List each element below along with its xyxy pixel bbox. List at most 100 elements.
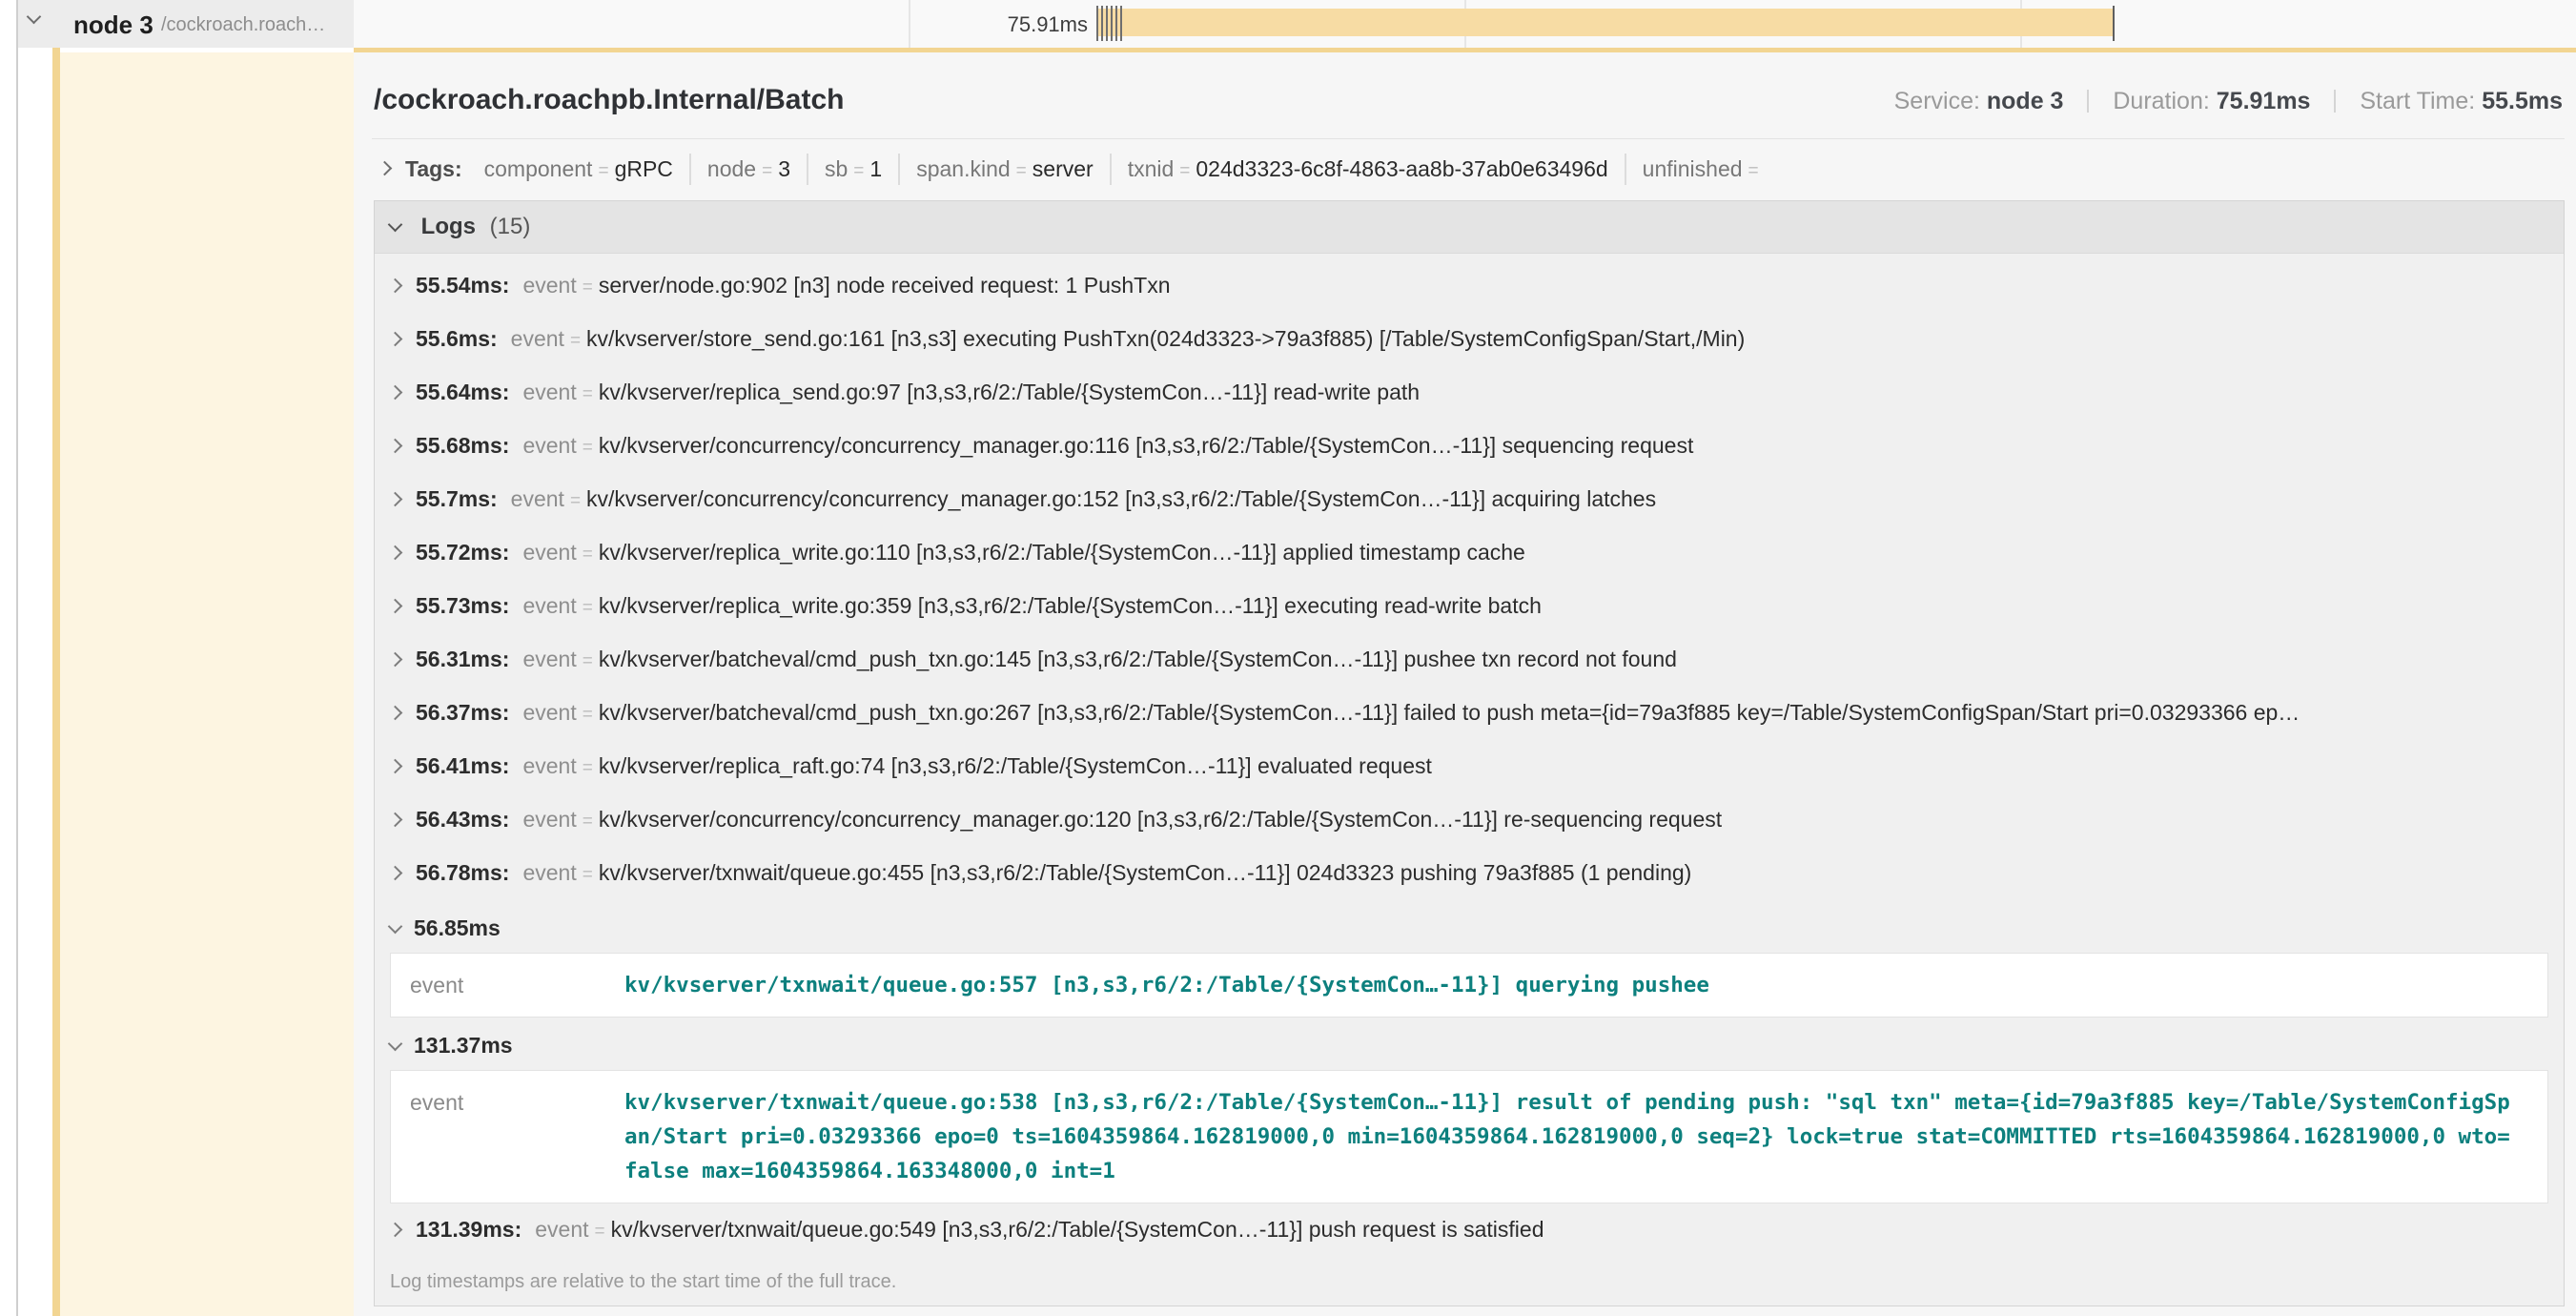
equals-sign: = (570, 331, 581, 351)
equals-sign: = (583, 812, 593, 832)
log-timestamp: 56.31ms: (416, 647, 509, 671)
log-timestamp: 55.64ms: (416, 380, 509, 404)
log-row[interactable]: 55.54ms:event=server/node.go:902 [n3] no… (375, 259, 2564, 313)
span-meta: Service: node 3 Duration: 75.91ms Start … (1894, 88, 2563, 115)
log-field-value: kv/kvserver/batcheval/cmd_push_txn.go:26… (599, 700, 2300, 725)
chevron-right-icon (388, 1223, 403, 1238)
tag-item: span.kind=server (898, 154, 1109, 185)
log-row[interactable]: 56.41ms:event=kv/kvserver/replica_raft.g… (375, 740, 2564, 793)
log-field-value: kv/kvserver/concurrency/concurrency_mana… (599, 433, 1693, 458)
tag-key: sb (825, 156, 848, 181)
span-operation-name: /cockroach.roach… (161, 14, 325, 36)
log-timestamp: 56.37ms: (416, 700, 509, 725)
logs-accordion-header[interactable]: Logs (15) (375, 201, 2564, 254)
log-field-value: kv/kvserver/replica_send.go:97 [n3,s3,r6… (599, 380, 1420, 404)
log-row[interactable]: 131.39ms:event=kv/kvserver/txnwait/queue… (375, 1203, 2564, 1257)
span-detail-header: /cockroach.roachpb.Internal/Batch Servic… (372, 52, 2565, 138)
tag-value: gRPC (615, 156, 673, 181)
span-name-cell[interactable]: node 3 /cockroach.roach… (18, 0, 354, 48)
log-field-key: event (410, 968, 624, 1002)
log-field-key: event (511, 326, 564, 351)
log-field-key: event (522, 540, 576, 565)
span-duration-label: 75.91ms (354, 12, 1088, 37)
chevron-right-icon (388, 385, 403, 401)
log-row[interactable]: 55.72ms:event=kv/kvserver/replica_write.… (375, 526, 2564, 580)
log-field-key: event (522, 753, 576, 778)
logs-title: Logs (421, 214, 476, 239)
chevron-right-icon (388, 812, 403, 828)
log-field-value: server/node.go:902 [n3] node received re… (599, 273, 1171, 298)
trace-detail-page: node 3 /cockroach.roach… 75.91ms /cockro… (0, 0, 2576, 1316)
log-row[interactable]: 56.78ms: event = kv/kvserver/txnwait/queue.… (375, 847, 2564, 900)
start-time-label: Start Time: (2360, 88, 2475, 114)
log-row[interactable]: 56.31ms:event=kv/kvserver/batcheval/cmd_… (375, 633, 2564, 687)
separator (2087, 90, 2089, 113)
equals-sign: = (1748, 161, 1759, 181)
log-row[interactable]: 56.37ms:event=kv/kvserver/batcheval/cmd_… (375, 687, 2564, 740)
log-row-expanded-header[interactable]: 131.37ms (375, 1018, 2564, 1070)
equals-sign: = (583, 545, 593, 565)
span-timeline-row: node 3 /cockroach.roach… 75.91ms (0, 0, 2576, 48)
chevron-right-icon (388, 706, 403, 721)
log-field-value: kv/kvserver/replica_write.go:359 [n3,s3,… (599, 593, 1542, 618)
logs-list: 55.54ms: event = server/node.go:902 [n3] no… (375, 254, 2564, 1306)
equals-sign: = (595, 1222, 605, 1242)
log-timestamp: 56.43ms: (416, 807, 509, 832)
tag-item: unfinished= (1625, 154, 1781, 185)
log-field-key: event (522, 807, 576, 832)
log-field-key: event (522, 647, 576, 671)
log-timestamp: 56.78ms: (416, 860, 509, 885)
chevron-down-icon (388, 919, 403, 935)
log-timestamp: 55.72ms: (416, 540, 509, 565)
chevron-down-icon (27, 10, 42, 25)
log-field-value: kv/kvserver/txnwait/queue.go:557 [n3,s3,… (624, 968, 2547, 1002)
equals-sign: = (583, 758, 593, 778)
log-tick-mark (2113, 6, 2115, 41)
chevron-right-icon (388, 759, 403, 774)
equals-sign: = (1179, 161, 1190, 181)
logs-footer-note: Log timestamps are relative to the start… (375, 1257, 2564, 1306)
log-field-key: event (522, 593, 576, 618)
log-timestamp: 55.68ms: (416, 433, 509, 458)
log-row[interactable]: 55.7ms:event=kv/kvserver/concurrency/con… (375, 473, 2564, 526)
chevron-down-icon (388, 1037, 403, 1052)
service-value: node 3 (1987, 88, 2064, 114)
tag-item: node=3 (689, 154, 807, 185)
log-timestamp: 56.41ms: (416, 753, 509, 778)
tag-item: sb=1 (807, 154, 898, 185)
equals-sign: = (598, 161, 608, 181)
span-duration-bar[interactable] (1096, 9, 2115, 36)
tags-accordion[interactable]: Tags: component=gRPC node=3 sb=1 span.ki… (372, 139, 2565, 196)
start-time-value: 55.5ms (2482, 88, 2563, 114)
log-field-key: event (410, 1085, 624, 1188)
log-row-expanded-header[interactable]: 56.85ms (375, 900, 2564, 953)
chevron-right-icon (388, 332, 403, 347)
selected-span-row-highlight (60, 52, 354, 1316)
span-service-name: node 3 (73, 10, 153, 40)
log-field-key: event (522, 380, 576, 404)
duration-value: 75.91ms (2217, 88, 2311, 114)
span-timeline-track[interactable]: 75.91ms (354, 0, 2576, 48)
service-label: Service: (1894, 88, 1980, 114)
equals-sign: = (583, 705, 593, 725)
log-field-value: kv/kvserver/txnwait/queue.go:455 [n3,s3,… (599, 860, 1692, 885)
log-timestamp: 55.54ms: (416, 273, 509, 298)
tag-key: span.kind (916, 156, 1010, 181)
log-row[interactable]: 55.73ms:event=kv/kvserver/replica_write.… (375, 580, 2564, 633)
span-color-bar (52, 0, 60, 1316)
log-field-key: event (522, 433, 576, 458)
chevron-right-icon (388, 439, 403, 454)
chevron-right-icon (388, 866, 403, 881)
log-timestamp: 56.85ms (414, 915, 501, 940)
equals-sign: = (583, 865, 593, 885)
chevron-right-icon (388, 278, 403, 294)
log-timestamp: 55.73ms: (416, 593, 509, 618)
log-field-key: event (522, 860, 576, 885)
log-row[interactable]: 55.68ms:event=kv/kvserver/concurrency/co… (375, 420, 2564, 473)
log-row[interactable]: 55.64ms:event=kv/kvserver/replica_send.g… (375, 366, 2564, 420)
log-field-value: kv/kvserver/txnwait/queue.go:538 [n3,s3,… (624, 1085, 2547, 1188)
log-row[interactable]: 56.43ms:event=kv/kvserver/concurrency/co… (375, 793, 2564, 847)
page-title: /cockroach.roachpb.Internal/Batch (374, 83, 844, 117)
log-row[interactable]: 55.6ms:event=kv/kvserver/store_send.go:1… (375, 313, 2564, 366)
tag-value: server (1032, 156, 1094, 181)
